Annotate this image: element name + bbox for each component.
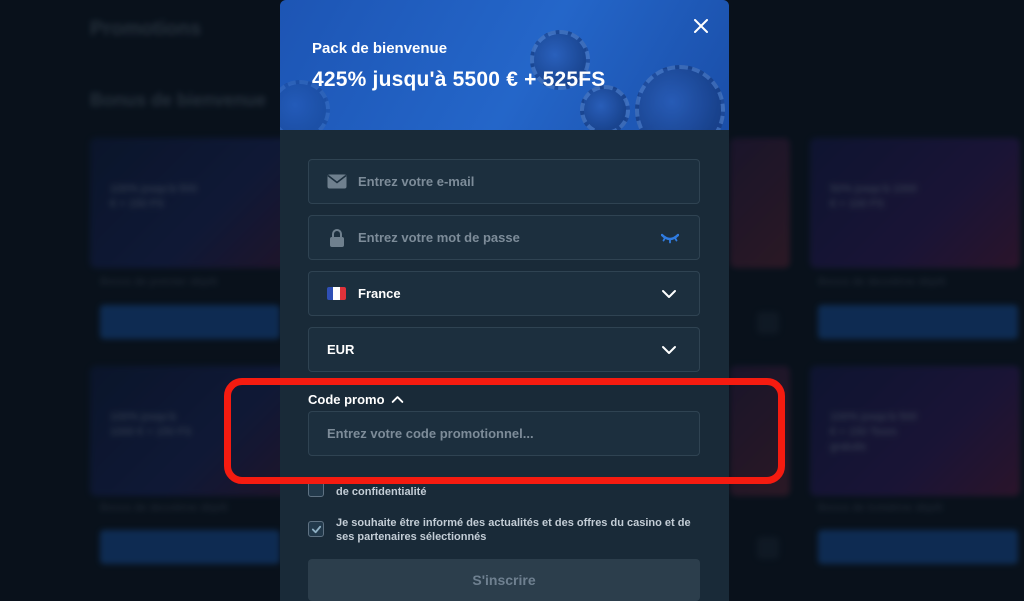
lock-icon <box>327 228 347 248</box>
country-value: France <box>358 286 401 301</box>
chevron-down-icon <box>662 346 676 354</box>
privacy-text: de confidentialité <box>336 486 427 498</box>
signup-button[interactable]: S'inscrire <box>308 559 700 601</box>
email-field[interactable]: Entrez votre e-mail <box>308 159 700 204</box>
banner-title: 425% jusqu'à 5500 € + 525FS <box>312 68 606 91</box>
password-field[interactable]: Entrez votre mot de passe <box>308 215 700 260</box>
password-placeholder: Entrez votre mot de passe <box>358 230 520 245</box>
casino-chip-icon <box>635 65 725 130</box>
mail-icon <box>327 172 347 192</box>
currency-value: EUR <box>327 342 355 357</box>
registration-modal: Pack de bienvenue 425% jusqu'à 5500 € + … <box>280 0 729 601</box>
eye-icon[interactable] <box>661 232 679 244</box>
currency-select[interactable]: EUR <box>308 327 700 372</box>
close-icon <box>694 19 708 33</box>
email-placeholder: Entrez votre e-mail <box>358 174 475 189</box>
banner-kicker: Pack de bienvenue <box>312 40 448 57</box>
newsletter-checkbox[interactable] <box>308 521 324 537</box>
check-icon <box>311 525 321 533</box>
close-button[interactable] <box>689 14 713 38</box>
newsletter-text: Je souhaite être informé des actualités … <box>336 517 691 543</box>
newsletter-consent[interactable]: Je souhaite être informé des actualités … <box>308 516 706 544</box>
highlight-annotation <box>224 378 785 484</box>
france-flag-icon <box>327 287 346 300</box>
country-select[interactable]: France <box>308 271 700 316</box>
chevron-down-icon <box>662 290 676 298</box>
welcome-banner: Pack de bienvenue 425% jusqu'à 5500 € + … <box>280 0 729 130</box>
